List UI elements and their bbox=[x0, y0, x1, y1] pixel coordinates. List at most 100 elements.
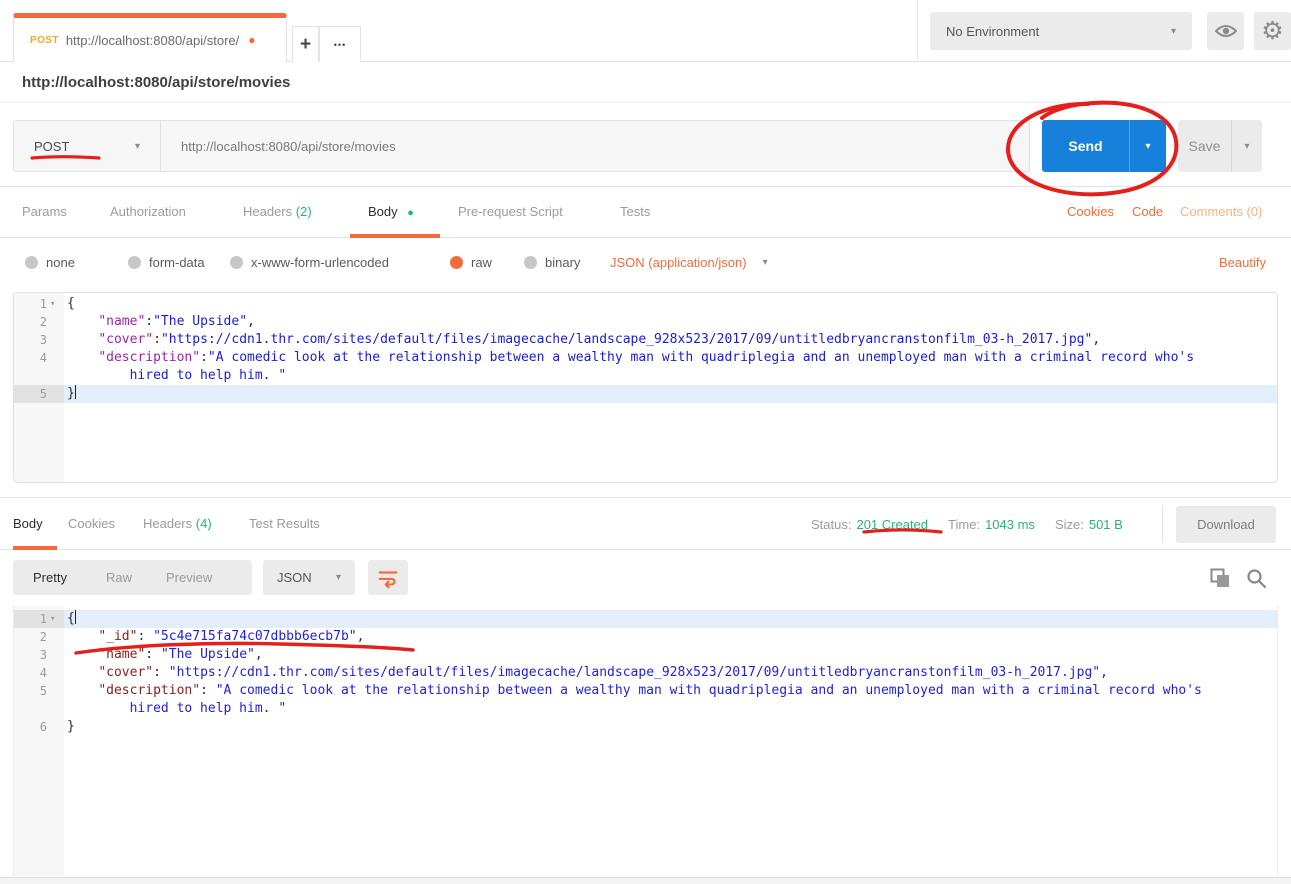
radio-raw[interactable]: raw bbox=[450, 238, 492, 286]
line-number: 6 bbox=[14, 718, 64, 736]
send-button[interactable]: Send ▾ bbox=[1042, 120, 1166, 172]
environment-selector[interactable]: No Environment ▾ bbox=[930, 12, 1192, 50]
wrap-lines-icon bbox=[377, 567, 399, 589]
line-number: 5 bbox=[14, 682, 64, 718]
send-button-label: Send bbox=[1042, 120, 1130, 172]
response-view-switcher: Pretty Raw Preview bbox=[13, 560, 252, 595]
radio-x-www-form-urlencoded[interactable]: x-www-form-urlencoded bbox=[230, 238, 389, 286]
response-tab-cookies[interactable]: Cookies bbox=[68, 498, 115, 550]
new-tab-button[interactable]: + bbox=[292, 26, 319, 62]
unsaved-changes-dot-icon: ● bbox=[248, 33, 255, 47]
request-title: http://localhost:8080/api/store/movies bbox=[22, 74, 290, 91]
radio-icon bbox=[230, 256, 243, 269]
code-text: "description":"A comedic look at the rel… bbox=[64, 349, 1277, 385]
tab-tests[interactable]: Tests bbox=[620, 187, 650, 237]
tab-body[interactable]: Body ● bbox=[368, 187, 414, 237]
radio-none[interactable]: none bbox=[25, 238, 75, 286]
response-toolbar: Pretty Raw Preview JSON ▾ bbox=[0, 550, 1291, 606]
code-line-5[interactable]: 5} bbox=[14, 385, 1277, 403]
more-tabs-button[interactable]: ••• bbox=[319, 26, 361, 62]
radio-form-data[interactable]: form-data bbox=[128, 238, 205, 286]
tab-bar: POST http://localhost:8080/api/store/ ● … bbox=[0, 0, 1291, 62]
view-preview[interactable]: Preview bbox=[166, 560, 212, 595]
request-title-row: http://localhost:8080/api/store/movies bbox=[0, 63, 1291, 103]
code-text: "description": "A comedic look at the re… bbox=[64, 682, 1277, 718]
code-line-4[interactable]: 4 "cover": "https://cdn1.thr.com/sites/d… bbox=[14, 664, 1277, 682]
view-pretty[interactable]: Pretty bbox=[33, 560, 67, 595]
code-link[interactable]: Code bbox=[1132, 187, 1163, 237]
text-cursor bbox=[75, 385, 76, 399]
code-line-2[interactable]: 2 "name":"The Upside", bbox=[14, 313, 1277, 331]
save-button[interactable]: Save ▾ bbox=[1178, 120, 1262, 172]
chevron-down-icon: ▾ bbox=[1244, 141, 1249, 152]
divider bbox=[917, 0, 918, 62]
line-number: 3 bbox=[14, 646, 64, 664]
radio-binary[interactable]: binary bbox=[524, 238, 580, 286]
code-line-3[interactable]: 3 "cover":"https://cdn1.thr.com/sites/de… bbox=[14, 331, 1277, 349]
code-text: "_id": "5c4e715fa74c07dbbb6ecb7b", bbox=[64, 628, 1277, 646]
headers-count-badge: (2) bbox=[296, 204, 312, 219]
response-tab-body[interactable]: Body bbox=[13, 498, 43, 550]
request-tab[interactable]: POST http://localhost:8080/api/store/ ● bbox=[13, 13, 287, 62]
tab-url-label: http://localhost:8080/api/store/ bbox=[66, 33, 239, 48]
line-number: 3 bbox=[14, 331, 64, 349]
tab-headers[interactable]: Headers (2) bbox=[243, 187, 312, 237]
request-body-editor[interactable]: 1▾{2 "name":"The Upside",3 "cover":"http… bbox=[13, 292, 1278, 483]
radio-icon bbox=[25, 256, 38, 269]
code-line-6[interactable]: 6} bbox=[14, 718, 1277, 736]
copy-icon bbox=[1210, 568, 1231, 589]
code-line-5[interactable]: 5 "description": "A comedic look at the … bbox=[14, 682, 1277, 718]
method-selector[interactable]: POST ▾ bbox=[13, 120, 160, 172]
save-options-button[interactable]: ▾ bbox=[1232, 120, 1262, 172]
response-body-editor[interactable]: 1▾{2 "_id": "5c4e715fa74c07dbbb6ecb7b",3… bbox=[13, 606, 1278, 876]
code-text: "name":"The Upside", bbox=[64, 313, 1277, 331]
time-value: 1043 ms bbox=[985, 517, 1035, 532]
line-number: 2 bbox=[14, 313, 64, 331]
size-value: 501 B bbox=[1089, 517, 1123, 532]
gear-icon: ⚙ bbox=[1261, 19, 1283, 44]
method-selector-value: POST bbox=[34, 139, 69, 154]
copy-response-button[interactable] bbox=[1208, 566, 1232, 590]
code-text: "cover":"https://cdn1.thr.com/sites/defa… bbox=[64, 331, 1277, 349]
response-format-selector[interactable]: JSON ▾ bbox=[263, 560, 355, 595]
radio-selected-icon bbox=[450, 256, 463, 269]
app-status-bar bbox=[0, 877, 1291, 884]
tab-pre-request-script[interactable]: Pre-request Script bbox=[458, 187, 563, 237]
line-number: 4 bbox=[14, 349, 64, 385]
code-line-4[interactable]: 4 "description":"A comedic look at the r… bbox=[14, 349, 1277, 385]
response-tab-headers[interactable]: Headers (4) bbox=[143, 498, 212, 550]
code-text: { bbox=[64, 295, 1277, 313]
code-line-1[interactable]: 1▾{ bbox=[14, 295, 1277, 313]
radio-icon bbox=[524, 256, 537, 269]
comments-link[interactable]: Comments (0) bbox=[1180, 187, 1262, 237]
cookies-link[interactable]: Cookies bbox=[1067, 187, 1114, 237]
tab-method-badge: POST bbox=[30, 35, 59, 46]
line-number: 2 bbox=[14, 628, 64, 646]
code-line-2[interactable]: 2 "_id": "5c4e715fa74c07dbbb6ecb7b", bbox=[14, 628, 1277, 646]
search-response-button[interactable] bbox=[1244, 566, 1268, 590]
text-cursor bbox=[75, 610, 76, 624]
chevron-down-icon: ▾ bbox=[1145, 141, 1150, 152]
environment-preview-button[interactable] bbox=[1207, 12, 1244, 50]
response-tab-test-results[interactable]: Test Results bbox=[249, 498, 320, 550]
view-raw[interactable]: Raw bbox=[106, 560, 132, 595]
wrap-lines-button[interactable] bbox=[368, 560, 408, 595]
tab-params[interactable]: Params bbox=[22, 187, 67, 237]
code-line-3[interactable]: 3 "name": "The Upside", bbox=[14, 646, 1277, 664]
url-input[interactable]: http://localhost:8080/api/store/movies bbox=[160, 120, 1030, 172]
download-button[interactable]: Download bbox=[1176, 506, 1276, 543]
line-number: 4 bbox=[14, 664, 64, 682]
response-meta: Status: 201 Created Time: 1043 ms Size: … bbox=[811, 498, 1123, 550]
settings-button[interactable]: ⚙ bbox=[1254, 12, 1291, 50]
beautify-link[interactable]: Beautify bbox=[1219, 238, 1266, 286]
code-text: { bbox=[64, 610, 1277, 628]
eye-icon bbox=[1215, 23, 1237, 39]
code-line-1[interactable]: 1▾{ bbox=[14, 610, 1277, 628]
code-text: "name": "The Upside", bbox=[64, 646, 1277, 664]
send-options-button[interactable]: ▾ bbox=[1130, 120, 1166, 172]
content-type-selector[interactable]: JSON (application/json) ▾ bbox=[610, 238, 768, 286]
tab-authorization[interactable]: Authorization bbox=[110, 187, 186, 237]
chevron-down-icon: ▾ bbox=[763, 257, 768, 268]
response-headers-count-badge: (4) bbox=[196, 516, 212, 531]
line-number: 1▾ bbox=[14, 610, 64, 628]
